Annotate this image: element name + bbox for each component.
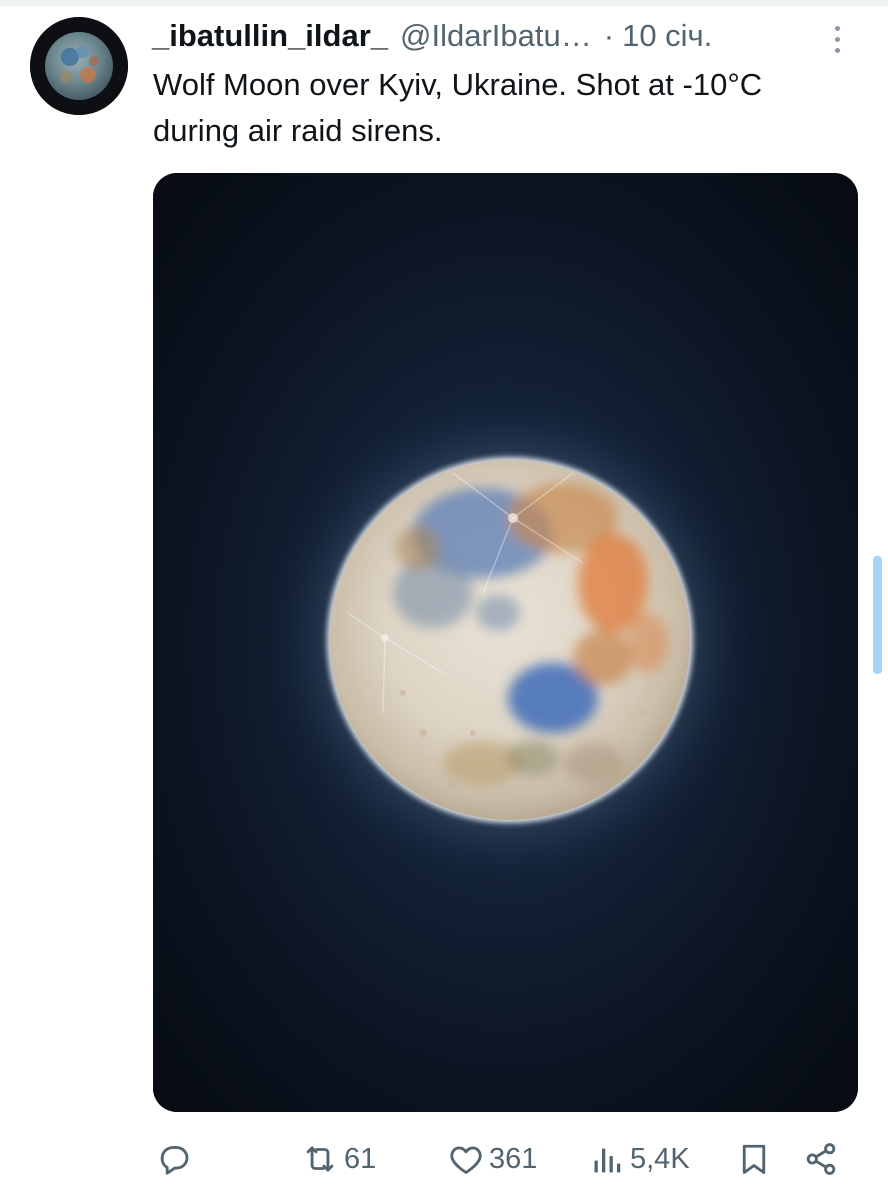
tweet: _ibatullin_ildar_ @IldarIbatu… · 10 січ.… <box>0 0 888 1200</box>
user-handle[interactable]: @IldarIbatu… <box>400 18 592 54</box>
separator-dot: · <box>603 18 615 53</box>
tweet-text: Wolf Moon over Kyiv, Ukraine. Shot at -1… <box>153 67 763 148</box>
retweet-count: 61 <box>344 1142 377 1175</box>
tweet-actions-bar: 61 361 5,4K <box>0 1132 888 1186</box>
top-divider <box>0 0 888 6</box>
tweet-header: _ibatullin_ildar_ @IldarIbatu… · 10 січ. <box>152 14 712 58</box>
share-button[interactable] <box>802 1132 840 1186</box>
bookmark-button[interactable] <box>736 1132 772 1186</box>
views-count: 5,4K <box>630 1142 690 1175</box>
avatar[interactable] <box>30 17 128 115</box>
more-options-button[interactable] <box>820 20 854 58</box>
bookmark-icon <box>736 1140 772 1178</box>
reply-button[interactable] <box>155 1132 197 1186</box>
scrollbar-thumb[interactable] <box>873 556 882 674</box>
tweet-date[interactable]: 10 січ. <box>622 18 712 54</box>
retweet-button[interactable]: 61 <box>300 1132 376 1186</box>
like-count: 361 <box>489 1142 538 1175</box>
more-dot-icon <box>834 47 840 53</box>
like-button[interactable]: 361 <box>447 1132 537 1186</box>
display-name[interactable]: _ibatullin_ildar_ <box>152 18 388 54</box>
retweet-icon <box>300 1140 340 1178</box>
tweet-media-image[interactable] <box>153 173 858 1112</box>
views-icon <box>590 1140 626 1178</box>
more-dot-icon <box>834 25 840 31</box>
more-dot-icon <box>834 36 840 42</box>
views-button[interactable]: 5,4K <box>590 1132 690 1186</box>
reply-icon <box>155 1140 193 1178</box>
share-icon <box>802 1140 840 1178</box>
heart-icon <box>447 1140 485 1178</box>
